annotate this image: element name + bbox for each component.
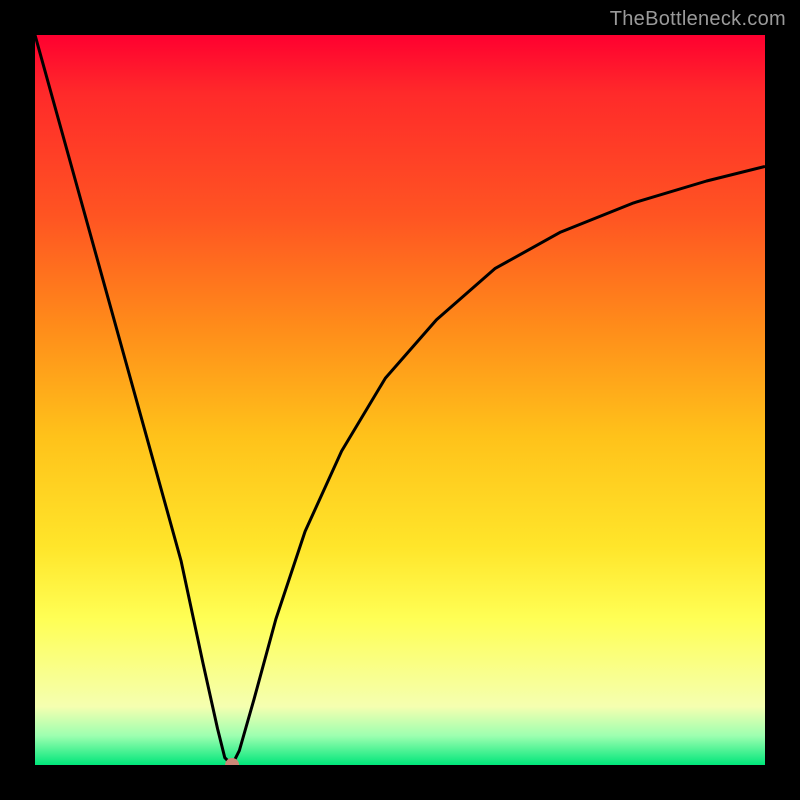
chart-frame: TheBottleneck.com <box>0 0 800 800</box>
plot-area <box>35 35 765 765</box>
bottleneck-curve <box>35 35 765 765</box>
watermark-text: TheBottleneck.com <box>610 8 786 31</box>
curve-layer <box>35 35 765 765</box>
